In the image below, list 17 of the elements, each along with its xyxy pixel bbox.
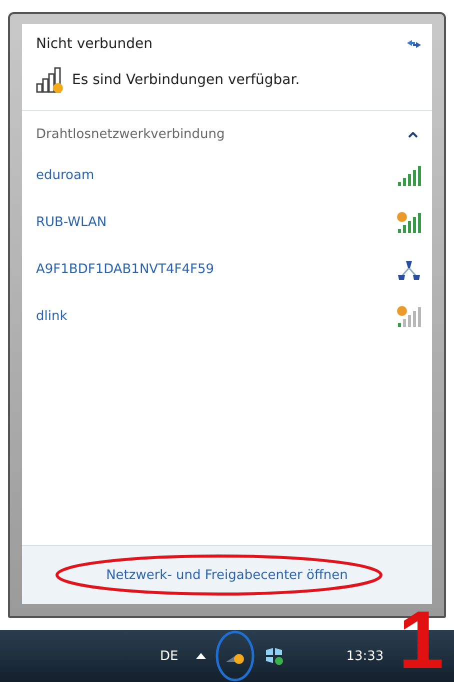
collapse-icon[interactable] (408, 132, 418, 138)
status-text: Es sind Verbindungen verfügbar. (72, 72, 300, 88)
network-name[interactable]: RUB-WLAN (36, 215, 107, 230)
section-title: Drahtlosnetzwerkverbindung (36, 127, 225, 142)
weak-signal-icon (396, 304, 422, 328)
clock: 13:33 (346, 648, 384, 664)
show-hidden-icons-icon[interactable] (196, 653, 206, 659)
network-name[interactable]: eduroam (36, 168, 94, 183)
action-center-icon[interactable] (264, 646, 284, 666)
language-indicator[interactable]: DE (160, 648, 178, 664)
network-name[interactable]: A9F1BDF1DAB1NVT4F4F59 (36, 262, 214, 277)
signal-icon (396, 164, 422, 188)
connection-title: Nicht verbunden (36, 36, 153, 52)
signal-warning-icon (36, 66, 66, 94)
network-name[interactable]: dlink (36, 309, 68, 324)
secured-signal-icon (396, 210, 422, 234)
refresh-icon[interactable] (406, 38, 422, 50)
